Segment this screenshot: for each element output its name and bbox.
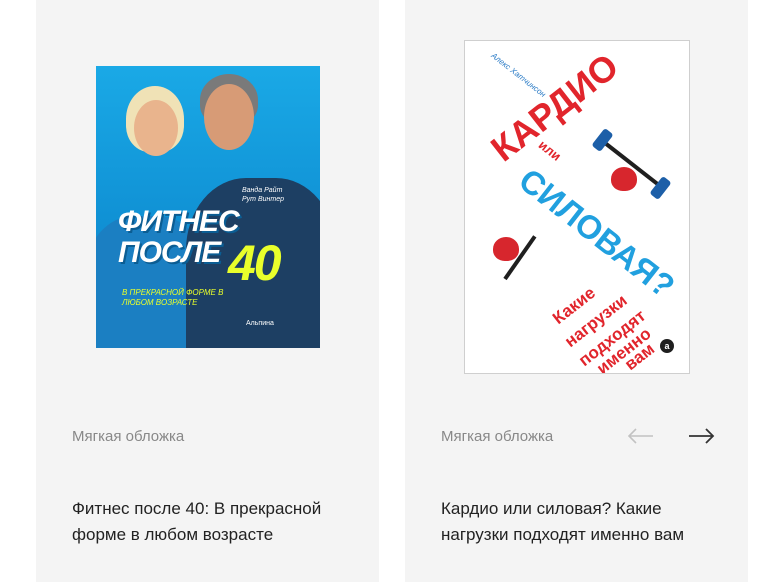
book-cover[interactable]: Алекс Хатчинсон КАРДИО или СИЛОВАЯ? Каки… [464, 40, 690, 374]
book-format: Мягкая обложка [72, 428, 185, 445]
book-title[interactable]: Кардио или силовая? Какие нагрузки подхо… [441, 496, 731, 548]
carousel-prev-button[interactable] [626, 424, 656, 448]
cover-art: Алекс Хатчинсон КАРДИО или СИЛОВАЯ? Каки… [464, 40, 690, 374]
cover-publisher: Альпина [246, 320, 274, 327]
heart-icon [611, 167, 637, 191]
cover-authors: Ванда Райт Рут Винтер [242, 187, 284, 203]
book-format: Мягкая обложка [441, 428, 554, 445]
cover-figure [134, 100, 178, 156]
book-title[interactable]: Фитнес после 40: В прекрасной форме в лю… [72, 496, 362, 548]
cover-art: Ванда Райт Рут Винтер ФИТНЕС ПОСЛЕ 40 В … [96, 66, 320, 348]
carousel-next-button[interactable] [686, 424, 716, 448]
arrow-right-icon [689, 428, 715, 444]
publisher-logo: а [660, 339, 674, 353]
cover-title-number: 40 [228, 235, 282, 291]
product-card[interactable]: Алекс Хатчинсон КАРДИО или СИЛОВАЯ? Каки… [405, 0, 748, 582]
arrow-left-icon [627, 428, 653, 444]
cover-title: ФИТНЕС ПОСЛЕ [118, 205, 240, 269]
cover-figure [204, 84, 254, 150]
product-card[interactable]: Ванда Райт Рут Винтер ФИТНЕС ПОСЛЕ 40 В … [36, 0, 379, 582]
heart-icon [493, 237, 519, 261]
cover-subtitle: В прекрасной форме в любом возрасте [122, 288, 224, 307]
book-cover[interactable]: Ванда Райт Рут Винтер ФИТНЕС ПОСЛЕ 40 В … [96, 66, 320, 348]
